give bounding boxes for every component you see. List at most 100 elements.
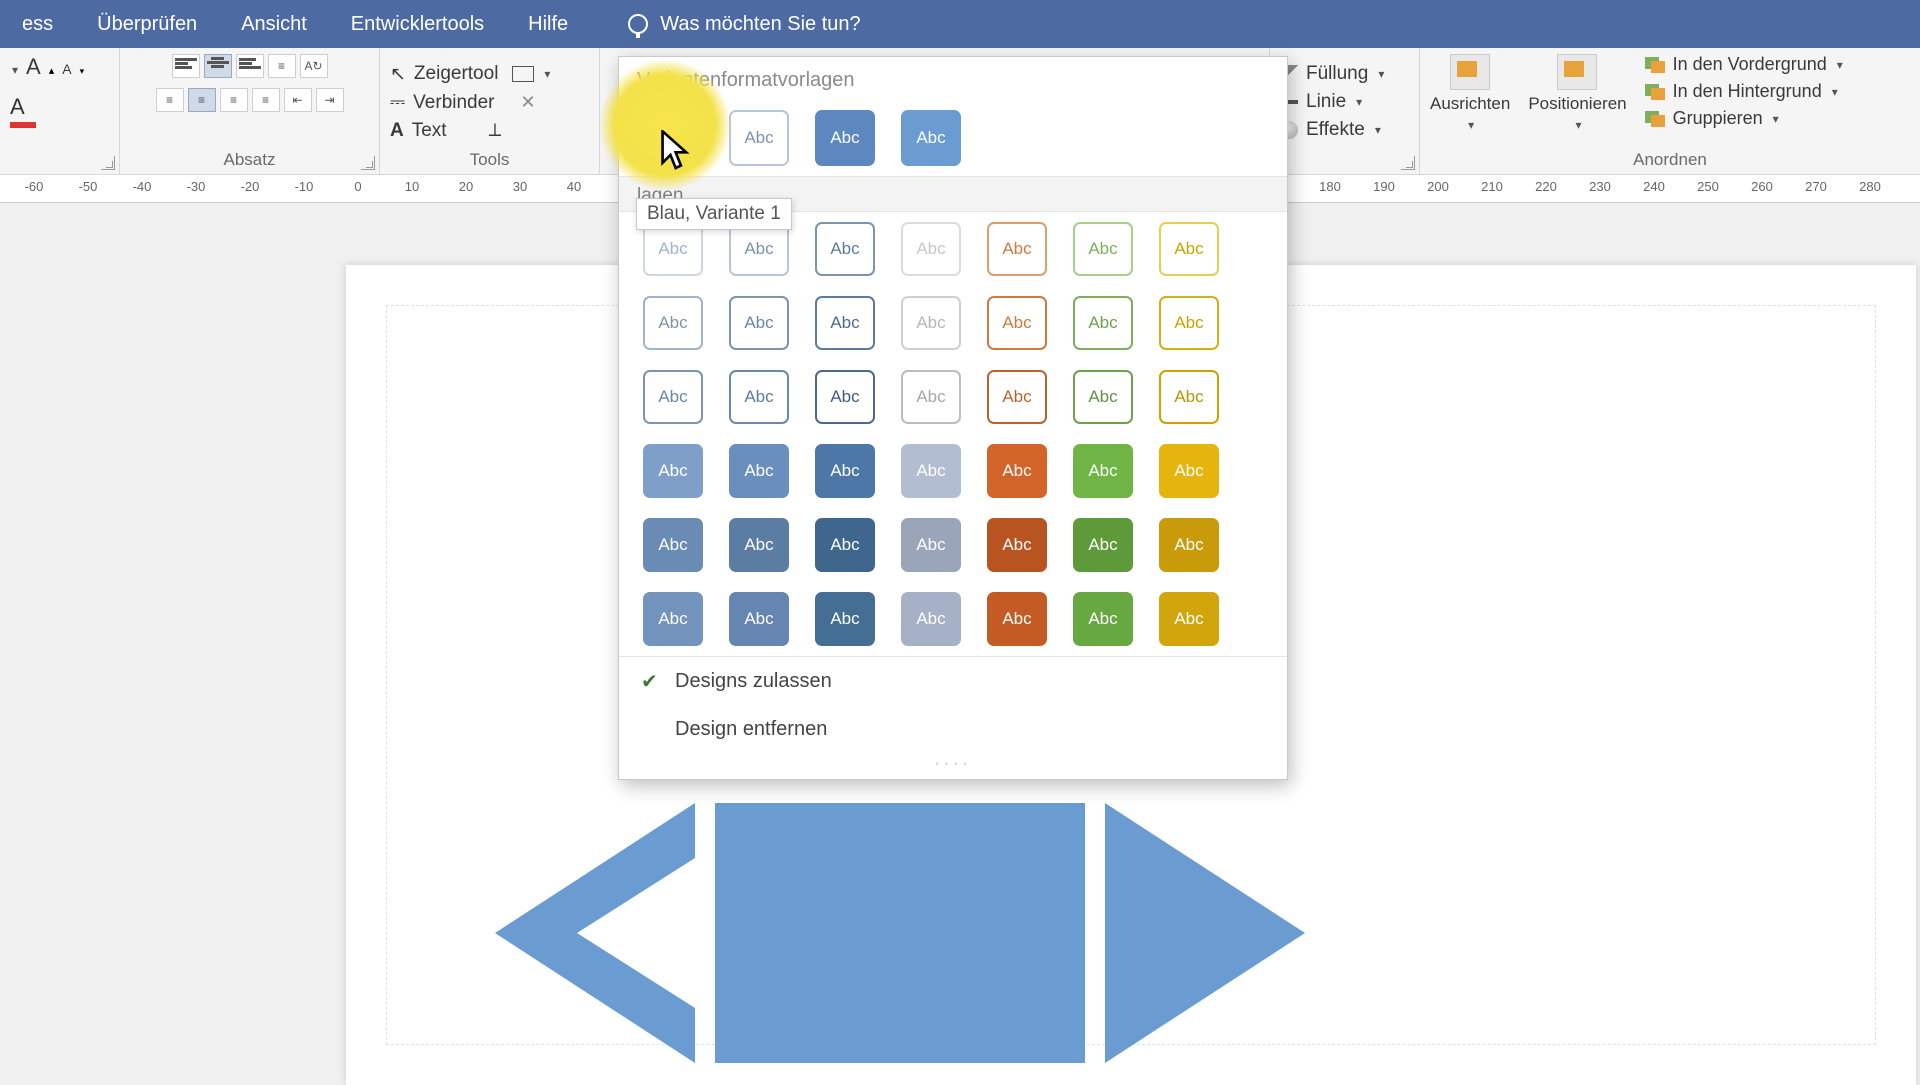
align-bottom-button[interactable]: [236, 54, 264, 78]
style-swatch[interactable]: [643, 110, 703, 166]
style-swatch[interactable]: Abc: [729, 222, 789, 276]
text-tool-button[interactable]: A Text ⟂: [390, 120, 550, 142]
style-swatch[interactable]: Abc: [987, 296, 1047, 350]
align-left-button[interactable]: ≡: [156, 88, 184, 112]
style-swatch[interactable]: Abc: [1159, 444, 1219, 498]
shape-fill-button[interactable]: Füllung▾: [1280, 63, 1384, 85]
style-swatch[interactable]: Abc: [729, 110, 789, 166]
style-swatch[interactable]: Abc: [643, 518, 703, 572]
style-swatch[interactable]: Abc: [1159, 222, 1219, 276]
style-swatch[interactable]: Abc: [729, 592, 789, 646]
style-swatch[interactable]: Abc: [987, 222, 1047, 276]
style-swatch[interactable]: Abc: [901, 110, 961, 166]
style-swatch[interactable]: Abc: [1073, 222, 1133, 276]
style-swatch[interactable]: Abc: [1073, 592, 1133, 646]
dialog-launcher-icon[interactable]: [101, 156, 115, 170]
style-swatch[interactable]: Abc: [729, 370, 789, 424]
style-swatch[interactable]: Abc: [987, 370, 1047, 424]
resize-grip-icon[interactable]: ····: [619, 753, 1287, 779]
style-swatch[interactable]: Abc: [1073, 444, 1133, 498]
pointer-icon: ↖: [390, 63, 406, 86]
align-middle-button[interactable]: [204, 54, 232, 78]
style-swatch[interactable]: Abc: [901, 592, 961, 646]
tell-me-search[interactable]: Was möchten Sie tun?: [628, 13, 860, 36]
increase-font-icon[interactable]: A: [26, 54, 41, 80]
align-justify-button[interactable]: ≡: [252, 88, 280, 112]
style-swatch[interactable]: Abc: [901, 370, 961, 424]
group-button[interactable]: Gruppieren▾: [1645, 108, 1843, 129]
menu-item[interactable]: Ansicht: [219, 0, 329, 48]
rectangle-shape[interactable]: [715, 803, 1085, 1063]
canvas-shapes[interactable]: [495, 803, 1305, 1063]
style-swatch[interactable]: Abc: [815, 222, 875, 276]
ruler-tick-label: -40: [133, 179, 152, 194]
style-swatch[interactable]: Abc: [729, 296, 789, 350]
position-icon: [1557, 54, 1597, 90]
align-right-button[interactable]: ≡: [220, 88, 248, 112]
bring-front-icon: [1645, 57, 1665, 73]
ruler-tick-label: 30: [513, 179, 527, 194]
connector-tool-button[interactable]: ⎓ Verbinder ✕: [390, 92, 550, 114]
style-swatch[interactable]: Abc: [643, 370, 703, 424]
menu-item[interactable]: Überprüfen: [75, 0, 219, 48]
style-swatch[interactable]: Abc: [1073, 518, 1133, 572]
font-dropdown-icon[interactable]: ▾: [12, 63, 18, 77]
rotate-text-button[interactable]: A↻: [300, 54, 328, 78]
style-swatch[interactable]: Abc: [987, 592, 1047, 646]
increase-indent-button[interactable]: ⇥: [316, 88, 344, 112]
close-icon[interactable]: ✕: [521, 92, 536, 113]
style-swatch[interactable]: Abc: [901, 222, 961, 276]
tell-me-label: Was möchten Sie tun?: [660, 13, 860, 36]
send-back-button[interactable]: In den Hintergrund▾: [1645, 81, 1843, 102]
arrow-right-shape[interactable]: [1105, 803, 1305, 1063]
style-swatch[interactable]: Abc: [901, 296, 961, 350]
ruler-tick-label: 10: [405, 179, 419, 194]
shape-line-button[interactable]: Linie▾: [1280, 91, 1384, 113]
align-top-button[interactable]: [172, 54, 200, 78]
style-swatch[interactable]: Abc: [901, 518, 961, 572]
bullets-button[interactable]: ≡: [268, 54, 296, 78]
style-swatch[interactable]: Abc: [1159, 518, 1219, 572]
pointer-tool-button[interactable]: ↖ Zeigertool ▾: [390, 63, 550, 86]
style-swatch[interactable]: Abc: [643, 592, 703, 646]
position-button[interactable]: Positionieren ▾: [1528, 54, 1626, 132]
style-swatch[interactable]: Abc: [815, 518, 875, 572]
menu-item[interactable]: Hilfe: [506, 0, 590, 48]
edit-points-icon[interactable]: ⟂: [489, 120, 502, 142]
style-swatch[interactable]: Abc: [815, 444, 875, 498]
decrease-indent-button[interactable]: ⇤: [284, 88, 312, 112]
style-swatch[interactable]: Abc: [643, 444, 703, 498]
style-swatch[interactable]: Abc: [815, 592, 875, 646]
dialog-launcher-icon[interactable]: [1401, 156, 1415, 170]
menu-item[interactable]: ess: [0, 0, 75, 48]
style-swatch[interactable]: Abc: [729, 518, 789, 572]
style-swatch[interactable]: Abc: [1073, 370, 1133, 424]
style-swatch[interactable]: Abc: [1159, 370, 1219, 424]
shape-dropdown-icon[interactable]: [512, 66, 534, 82]
menu-item[interactable]: Entwicklertools: [329, 0, 506, 48]
style-swatch[interactable]: Abc: [729, 444, 789, 498]
style-swatch[interactable]: Abc: [643, 222, 703, 276]
style-swatch[interactable]: Abc: [815, 370, 875, 424]
style-swatch[interactable]: Abc: [1073, 296, 1133, 350]
font-color-button[interactable]: A: [10, 94, 36, 128]
style-swatch[interactable]: Abc: [1159, 296, 1219, 350]
gallery-header-row: Abc Abc Abc: [619, 100, 1287, 176]
style-swatch[interactable]: Abc: [815, 296, 875, 350]
bring-front-button[interactable]: In den Vordergrund▾: [1645, 54, 1843, 75]
style-swatch[interactable]: Abc: [643, 296, 703, 350]
allow-designs-menuitem[interactable]: ✔ Designs zulassen: [619, 657, 1287, 706]
style-swatch[interactable]: Abc: [815, 110, 875, 166]
align-button[interactable]: Ausrichten ▾: [1430, 54, 1510, 132]
shape-effects-button[interactable]: Effekte▾: [1280, 119, 1384, 141]
dialog-launcher-icon[interactable]: [361, 156, 375, 170]
arrow-left-shape[interactable]: [495, 803, 695, 1063]
style-swatch[interactable]: Abc: [1159, 592, 1219, 646]
remove-design-menuitem[interactable]: Design entfernen: [619, 706, 1287, 753]
ruler-tick-label: 0: [354, 179, 361, 194]
style-swatch[interactable]: Abc: [901, 444, 961, 498]
decrease-font-icon[interactable]: A: [62, 61, 71, 77]
style-swatch[interactable]: Abc: [987, 444, 1047, 498]
align-center-button[interactable]: ≡: [188, 88, 216, 112]
style-swatch[interactable]: Abc: [987, 518, 1047, 572]
